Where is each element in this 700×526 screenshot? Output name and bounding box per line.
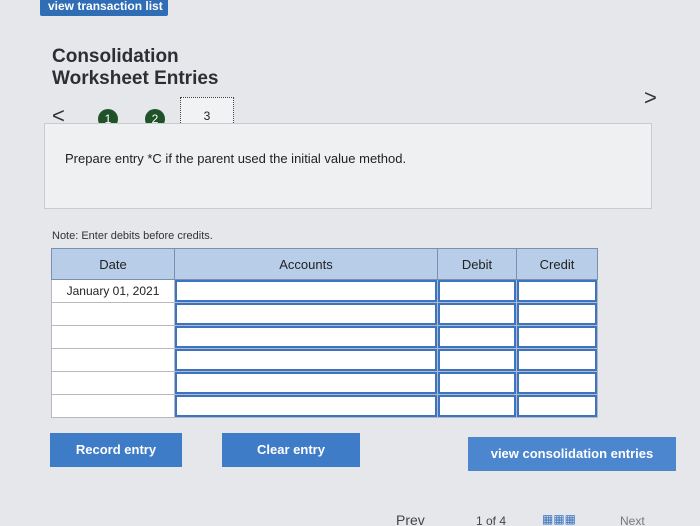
table-row	[51, 371, 598, 395]
view-transaction-list-tab[interactable]: view transaction list	[40, 0, 168, 16]
account-input[interactable]	[175, 349, 437, 371]
credit-input[interactable]	[517, 349, 597, 371]
account-input[interactable]	[175, 326, 437, 348]
debit-input[interactable]	[438, 326, 516, 348]
account-input[interactable]	[175, 303, 437, 325]
table-row	[51, 325, 598, 349]
debit-input[interactable]	[438, 303, 516, 325]
credit-input[interactable]	[517, 303, 597, 325]
note-text: Note: Enter debits before credits.	[52, 230, 213, 242]
debit-input[interactable]	[438, 372, 516, 394]
view-consolidation-entries-button[interactable]: view consolidation entries	[468, 437, 676, 471]
page-title: Consolidation Worksheet Entries	[52, 46, 218, 90]
account-input[interactable]	[175, 395, 437, 417]
accounts-header: Accounts	[174, 248, 438, 280]
account-input[interactable]	[175, 372, 437, 394]
prompt-text: Prepare entry *C if the parent used the …	[65, 151, 407, 166]
debit-header: Debit	[437, 248, 517, 280]
credit-header: Credit	[516, 248, 598, 280]
grid-icon[interactable]: ▦▦▦	[542, 512, 576, 526]
debit-input[interactable]	[438, 349, 516, 371]
date-cell	[51, 348, 175, 372]
date-cell	[51, 302, 175, 326]
account-input[interactable]	[175, 280, 437, 302]
date-cell: January 01, 2021	[51, 279, 175, 303]
chevron-right-icon[interactable]: >	[644, 85, 657, 111]
debit-input[interactable]	[438, 280, 516, 302]
debit-input[interactable]	[438, 395, 516, 417]
record-entry-button[interactable]: Record entry	[50, 433, 182, 467]
date-cell	[51, 325, 175, 349]
credit-input[interactable]	[517, 372, 597, 394]
table-row	[51, 302, 598, 326]
next-page-button[interactable]: Next	[620, 514, 645, 526]
credit-input[interactable]	[517, 326, 597, 348]
page-count: 1 of 4	[476, 514, 507, 526]
prev-page-button[interactable]: Prev	[396, 512, 425, 526]
table-row	[51, 394, 598, 418]
credit-input[interactable]	[517, 280, 597, 302]
credit-input[interactable]	[517, 395, 597, 417]
clear-entry-button[interactable]: Clear entry	[222, 433, 360, 467]
date-cell	[51, 371, 175, 395]
footer-pagination: Prev 1 of 4 ▦▦▦ Next	[390, 510, 700, 526]
date-header: Date	[51, 248, 175, 280]
prompt-box: Prepare entry *C if the parent used the …	[44, 123, 652, 209]
title-line-1: Consolidation	[52, 46, 179, 67]
table-header-row: Date Accounts Debit Credit	[51, 248, 598, 280]
date-cell	[51, 394, 175, 418]
table-row: January 01, 2021	[51, 279, 598, 303]
journal-entry-table: Date Accounts Debit Credit January 01, 2…	[51, 248, 598, 418]
table-row	[51, 348, 598, 372]
title-line-2: Worksheet Entries	[52, 68, 219, 89]
